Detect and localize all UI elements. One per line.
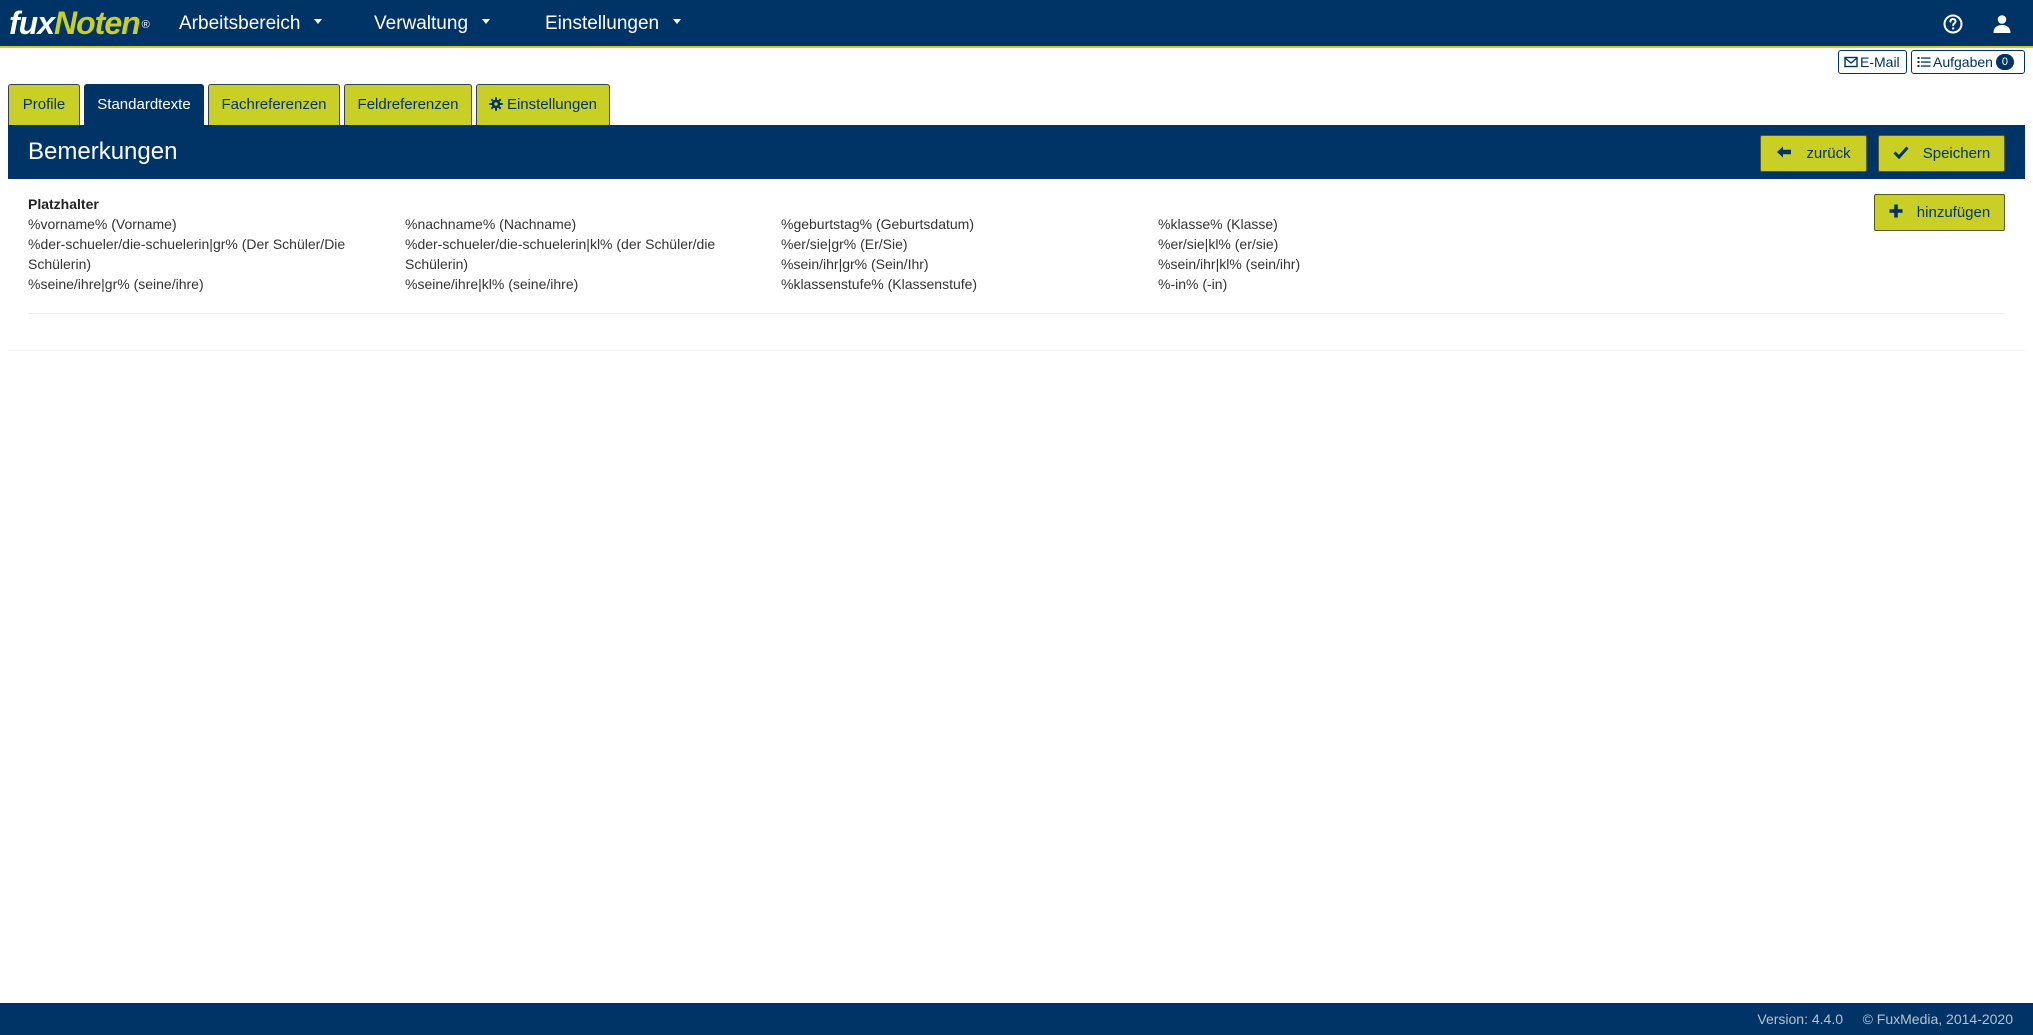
tab-feldreferenzen-label: Feldreferenzen [357,96,459,113]
section-divider [28,313,2005,314]
plus-icon [1889,204,1903,218]
add-button[interactable]: hinzufügen [1874,194,2005,231]
panel-header: Bemerkungen zurück Speichern [8,125,2025,179]
nav-verwaltung[interactable]: Verwaltung [374,0,491,47]
placeholder-item: %nachname% (Nachname) [405,216,577,232]
copyright-text: © FuxMedia, 2014-2020 [1862,1011,2013,1027]
top-navbar: fuxNoten ® Arbeitsbereich Verwaltung Eins… [0,0,2033,48]
placeholder-item: %der-schueler/die-schuelerin|gr% (Der Sc… [28,236,346,272]
save-button[interactable]: Speichern [1878,135,2005,172]
logo-noten: Noten [54,5,141,41]
placeholder-item: %geburtstag% (Geburtsdatum) [781,216,974,232]
nav-einstellungen[interactable]: Einstellungen [545,0,682,47]
tab-fachreferenzen-label: Fachreferenzen [221,96,327,113]
back-button[interactable]: zurück [1760,135,1867,172]
page-title: Bemerkungen [28,138,178,165]
chevron-down-icon [314,19,323,25]
placeholders-label: Platzhalter [28,196,99,212]
placeholder-item: %sein/ihr|gr% (Sein/Ihr) [781,256,929,272]
tasks-button[interactable]: Aufgaben 0 [1911,50,2025,74]
back-label: zurück [1806,145,1851,162]
add-label: hinzufügen [1916,204,1991,221]
tab-profile[interactable]: Profile [8,84,80,125]
check-icon [1893,146,1909,160]
email-label: E-Mail [1860,54,1900,70]
placeholder-item: %er/sie|kl% (er/sie) [1158,236,1279,252]
save-label: Speichern [1922,145,1991,162]
nav-einstellungen-label: Einstellungen [545,13,660,34]
placeholder-item: %er/sie|gr% (Er/Sie) [781,236,908,252]
tab-standardtexte-label: Standardtexte [97,96,191,113]
nav-verwaltung-label: Verwaltung [374,13,469,34]
tab-einstellungen-label: Einstellungen [506,96,598,113]
placeholder-item: %seine/ihre|kl% (seine/ihre) [405,276,579,292]
email-button[interactable]: E-Mail [1838,50,1907,74]
tasks-label: Aufgaben [1933,54,1993,70]
tab-feldreferenzen[interactable]: Feldreferenzen [344,84,472,125]
logo-registered: ® [141,19,150,31]
placeholder-item: %klasse% (Klasse) [1158,216,1278,232]
placeholder-item: %-in% (-in) [1158,276,1228,292]
content-divider [8,350,2025,351]
placeholder-item: %vorname% (Vorname) [28,216,177,232]
tab-einstellungen[interactable]: Einstellungen [476,84,610,125]
placeholder-item: %klassenstufe% (Klassenstufe) [781,276,978,292]
envelope-icon [1844,57,1858,68]
tab-profile-label: Profile [22,96,66,113]
app-logo[interactable]: fuxNoten ® [9,2,150,44]
tasks-count-badge: 0 [1995,54,2014,71]
version-text: Version: 4.4.0 [1757,1011,1843,1027]
tab-fachreferenzen[interactable]: Fachreferenzen [208,84,340,125]
logo-fux: fux [9,5,55,41]
chevron-down-icon [673,19,682,25]
nav-arbeitsbereich[interactable]: Arbeitsbereich [179,0,323,47]
gear-icon [489,97,503,111]
placeholder-item: %sein/ihr|kl% (sein/ihr) [1158,256,1301,272]
tab-standardtexte[interactable]: Standardtexte [84,84,204,126]
placeholder-item: %seine/ihre|gr% (seine/ihre) [28,276,204,292]
help-icon[interactable] [1941,12,1965,36]
user-icon[interactable] [1990,12,2014,36]
list-icon [1917,57,1931,68]
chevron-down-icon [482,19,491,25]
footer: Version: 4.4.0 © FuxMedia, 2014-2020 [0,1003,2033,1035]
nav-arbeitsbereich-label: Arbeitsbereich [179,13,301,34]
arrow-left-icon [1777,146,1792,158]
placeholder-item: %der-schueler/die-schuelerin|kl% (der Sc… [405,236,716,272]
